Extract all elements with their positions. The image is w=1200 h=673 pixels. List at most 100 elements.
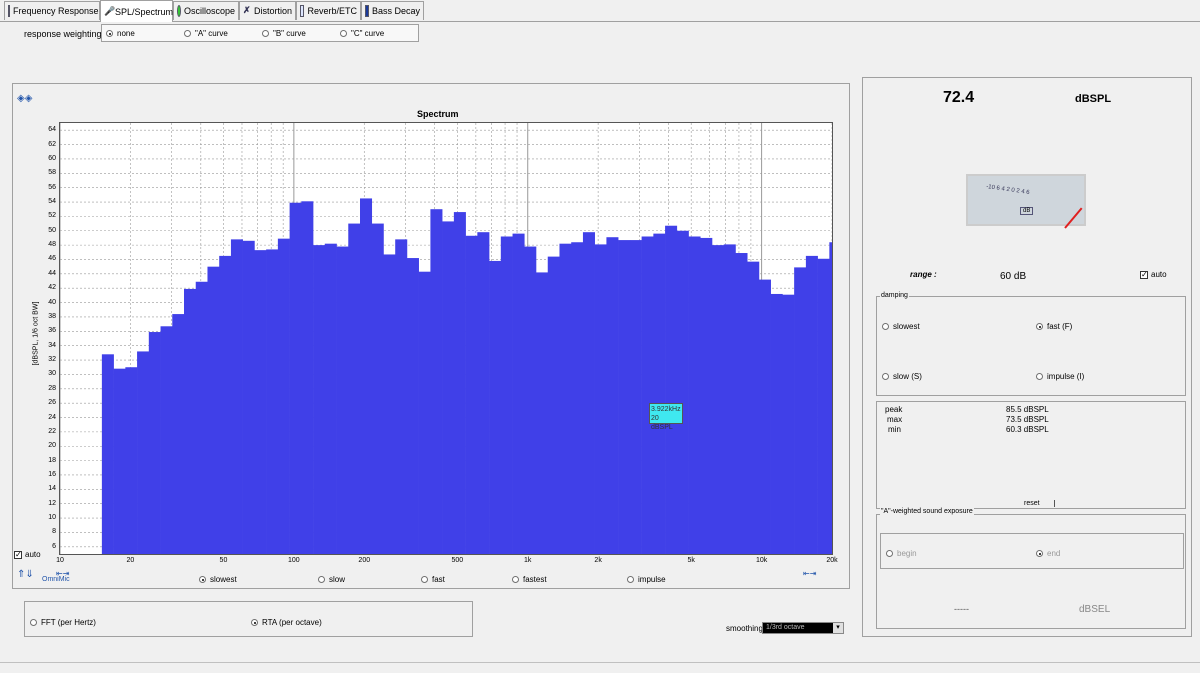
exposure-end-radio[interactable]: end <box>1036 549 1060 558</box>
spectrum-bar <box>101 354 114 554</box>
reverb-icon <box>300 5 305 17</box>
spectrum-bar <box>512 233 525 554</box>
reset-button[interactable]: reset <box>1024 500 1055 507</box>
spectrum-bar <box>113 368 126 554</box>
spectrum-bar <box>489 260 502 554</box>
tab-frequency-response[interactable]: Frequency Response <box>4 1 100 20</box>
spectrum-bar <box>524 246 537 554</box>
radio-dot <box>882 323 889 330</box>
spectrum-bar <box>207 266 220 554</box>
speed-fast-radio[interactable]: fast <box>421 575 445 584</box>
spectrum-bar <box>160 326 173 554</box>
smoothing-select[interactable]: 1/3rd octave ▾ <box>762 622 844 634</box>
spl-readout-unit: dBSPL <box>1075 93 1112 105</box>
radio-dot <box>1036 550 1043 557</box>
spectrum-bar <box>195 281 208 554</box>
tab-spl-spectrum[interactable]: 🎤 SPL/Spectrum <box>100 0 173 22</box>
speed-impulse-radio[interactable]: impulse <box>627 575 666 584</box>
spectrum-bar <box>723 244 736 554</box>
tooltip-level: 20 dBSPL <box>651 415 673 431</box>
spectrum-bar <box>371 223 384 554</box>
y-tick-label: 40 <box>48 298 56 306</box>
spectrum-bar <box>172 314 185 554</box>
frequency-response-icon <box>8 5 10 17</box>
y-tick-label: 18 <box>48 456 56 464</box>
exposure-begin-radio[interactable]: begin <box>886 549 917 558</box>
spectrum-bar <box>747 261 760 554</box>
chart-title: Spectrum <box>417 109 459 119</box>
y-tick-label: 54 <box>48 198 56 206</box>
x-tick-label: 10k <box>755 557 768 564</box>
radio-dot <box>421 576 428 583</box>
min-label: min <box>888 425 901 434</box>
radio-dot <box>199 576 206 583</box>
range-auto-checkbox[interactable]: ✓ auto <box>1140 270 1167 279</box>
spectrum-bar <box>559 243 572 554</box>
meter-scale: -10 6 4 2 0 2 4 6 <box>985 183 1030 197</box>
range-label: range : <box>910 270 937 279</box>
spectrum-bar <box>430 209 443 554</box>
min-value: 60.3 dBSPL <box>1006 425 1049 434</box>
mode-rta-radio[interactable]: RTA (per octave) <box>251 618 322 627</box>
weighting-none-radio[interactable]: none <box>106 29 135 38</box>
tab-distortion[interactable]: ✗ Distortion <box>239 1 296 20</box>
weighting-a-radio[interactable]: "A" curve <box>184 29 228 38</box>
y-tick-label: 8 <box>52 528 56 536</box>
spectrum-bar <box>242 240 255 554</box>
stats-group: peak 85.5 dBSPL max 73.5 dBSPL min 60.3 … <box>876 401 1186 509</box>
speed-slowest-radio[interactable]: slowest <box>199 575 237 584</box>
y-tick-label: 42 <box>48 284 56 292</box>
weighting-c-radio[interactable]: "C" curve <box>340 29 384 38</box>
spectrum-bar <box>418 271 431 554</box>
spectrum-bar <box>618 240 631 554</box>
damping-slow-radio[interactable]: slow (S) <box>882 372 922 381</box>
spectrum-bar <box>477 232 490 554</box>
spectrum-bar <box>395 239 408 554</box>
exposure-value: ----- <box>954 604 969 614</box>
tab-bass-decay[interactable]: Bass Decay <box>361 1 424 20</box>
y-tick-label: 56 <box>48 183 56 191</box>
damping-fast-radio[interactable]: fast (F) <box>1036 322 1072 331</box>
x-scroll-right-icon[interactable]: ⇤⇥ <box>803 569 816 578</box>
spectrum-bar <box>547 256 560 554</box>
spectrum-bar <box>360 198 373 554</box>
radio-dot <box>1036 323 1043 330</box>
y-auto-checkbox[interactable]: ✓ auto <box>14 550 41 559</box>
radio-dot <box>262 30 269 37</box>
spectrum-bar <box>817 258 830 554</box>
tab-bar: Frequency Response 🎤 SPL/Spectrum Oscillo… <box>0 0 1200 22</box>
x-tick-label: 20k <box>826 557 838 564</box>
max-value: 73.5 dBSPL <box>1006 415 1049 424</box>
cursor-tooltip: 3.922kHz 20 dBSPL <box>649 403 683 431</box>
speed-fastest-radio[interactable]: fastest <box>512 575 547 584</box>
zoom-icon[interactable]: ◈◈ <box>17 93 32 104</box>
exposure-group <box>876 514 1186 629</box>
spectrum-bar <box>688 236 701 554</box>
y-tick-label: 26 <box>48 399 56 407</box>
y-tick-label: 24 <box>48 413 56 421</box>
damping-slowest-radio[interactable]: slowest <box>882 322 920 331</box>
tab-reverb-etc[interactable]: Reverb/ETC <box>296 1 361 20</box>
spectrum-plot[interactable] <box>59 122 833 555</box>
tab-oscilloscope[interactable]: Oscilloscope <box>173 1 239 20</box>
radio-dot <box>30 619 37 626</box>
damping-impulse-radio[interactable]: impulse (I) <box>1036 372 1084 381</box>
y-tick-label: 28 <box>48 384 56 392</box>
status-bar <box>0 662 1200 673</box>
y-tick-label: 16 <box>48 470 56 478</box>
oscilloscope-icon <box>177 5 181 17</box>
speed-slow-radio[interactable]: slow <box>318 575 345 584</box>
x-tick-label: 10 <box>56 557 64 564</box>
radio-dot <box>318 576 325 583</box>
distortion-icon: ✗ <box>243 5 251 15</box>
weighting-b-radio[interactable]: "B" curve <box>262 29 306 38</box>
x-tick-label: 5k <box>687 557 695 564</box>
spectrum-bar <box>536 272 549 554</box>
chevron-down-icon: ▾ <box>833 623 843 633</box>
y-scale-arrows-icon[interactable]: ⇑⇓ <box>17 569 34 580</box>
y-tick-label: 58 <box>48 169 56 177</box>
bass-decay-icon <box>365 5 369 17</box>
y-tick-label: 6 <box>52 542 56 550</box>
microphone-icon: 🎤 <box>104 5 116 16</box>
mode-fft-radio[interactable]: FFT (per Hertz) <box>30 618 96 627</box>
